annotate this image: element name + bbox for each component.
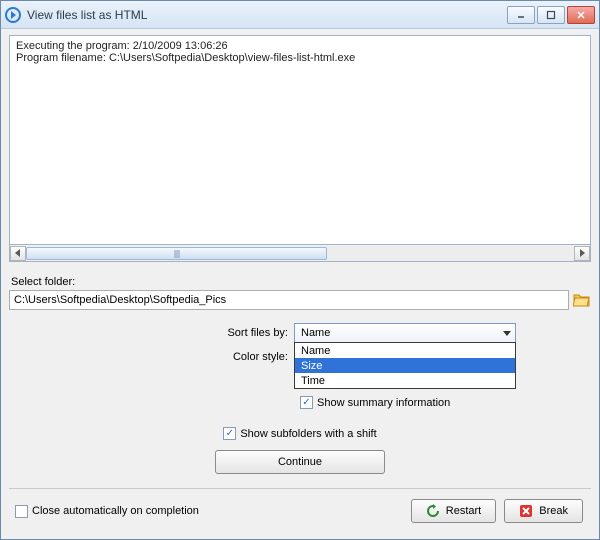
break-label: Break [539, 505, 568, 517]
footer-buttons: Restart Break [411, 499, 583, 523]
window-controls [507, 6, 595, 24]
app-icon [5, 7, 21, 23]
scroll-left-button[interactable] [10, 246, 26, 261]
restart-label: Restart [446, 505, 481, 517]
sort-combobox[interactable]: Name [294, 323, 516, 343]
folder-panel: Select folder: [9, 274, 591, 310]
close-button[interactable] [567, 6, 595, 24]
titlebar[interactable]: View files list as HTML [1, 1, 599, 29]
close-on-completion-label: Close automatically on completion [32, 505, 199, 517]
footer: Close automatically on completion Restar… [9, 488, 591, 523]
sort-option-size[interactable]: Size [295, 358, 515, 373]
chevron-down-icon [503, 331, 511, 336]
app-window: View files list as HTML Executing the pr… [0, 0, 600, 540]
log-path: C:\Users\Softpedia\Desktop\view-files-li… [109, 52, 355, 64]
horizontal-scrollbar[interactable] [9, 245, 591, 262]
sort-option-time[interactable]: Time [295, 373, 515, 388]
browse-folder-icon[interactable] [573, 292, 591, 308]
folder-row [9, 290, 591, 310]
log-line: Program filename: C:\Users\Softpedia\Des… [16, 52, 584, 64]
color-label: Color style: [219, 351, 294, 363]
select-folder-label: Select folder: [11, 276, 591, 288]
subfolders-checkbox[interactable] [223, 427, 236, 440]
subfolders-label: Show subfolders with a shift [240, 428, 376, 440]
continue-button[interactable]: Continue [215, 450, 385, 474]
summary-checkbox[interactable] [300, 396, 313, 409]
continue-label: Continue [278, 456, 322, 468]
break-button[interactable]: Break [504, 499, 583, 523]
sort-value: Name [301, 327, 330, 339]
close-on-completion-row: Close automatically on completion [15, 505, 199, 518]
restart-button[interactable]: Restart [411, 499, 496, 523]
content-area: Executing the program: 2/10/2009 13:06:2… [1, 29, 599, 539]
scroll-right-button[interactable] [574, 246, 590, 261]
break-icon [519, 504, 533, 518]
summary-row: Show summary information [300, 396, 591, 409]
restart-icon [426, 504, 440, 518]
sort-label: Sort files by: [219, 327, 294, 339]
scroll-track[interactable] [26, 246, 574, 261]
folder-path-input[interactable] [9, 290, 569, 310]
sort-row: Sort files by: Name Name Size Time [219, 322, 591, 344]
log-output: Executing the program: 2/10/2009 13:06:2… [9, 35, 591, 245]
sort-option-name[interactable]: Name [295, 343, 515, 358]
close-on-completion-checkbox[interactable] [15, 505, 28, 518]
log-text: Executing the program: [16, 40, 133, 52]
options-panel: Sort files by: Name Name Size Time Color… [219, 322, 591, 409]
window-title: View files list as HTML [27, 8, 507, 22]
sort-combo-wrap: Name Name Size Time [294, 323, 516, 343]
sort-dropdown: Name Size Time [294, 342, 516, 389]
log-line: Executing the program: 2/10/2009 13:06:2… [16, 40, 584, 52]
subfolders-row: Show subfolders with a shift [9, 427, 591, 440]
minimize-button[interactable] [507, 6, 535, 24]
continue-row: Continue [9, 450, 591, 474]
scroll-thumb[interactable] [26, 247, 327, 260]
log-datetime: 2/10/2009 13:06:26 [133, 40, 228, 52]
maximize-button[interactable] [537, 6, 565, 24]
summary-label: Show summary information [317, 397, 450, 409]
log-text: Program filename: [16, 52, 109, 64]
